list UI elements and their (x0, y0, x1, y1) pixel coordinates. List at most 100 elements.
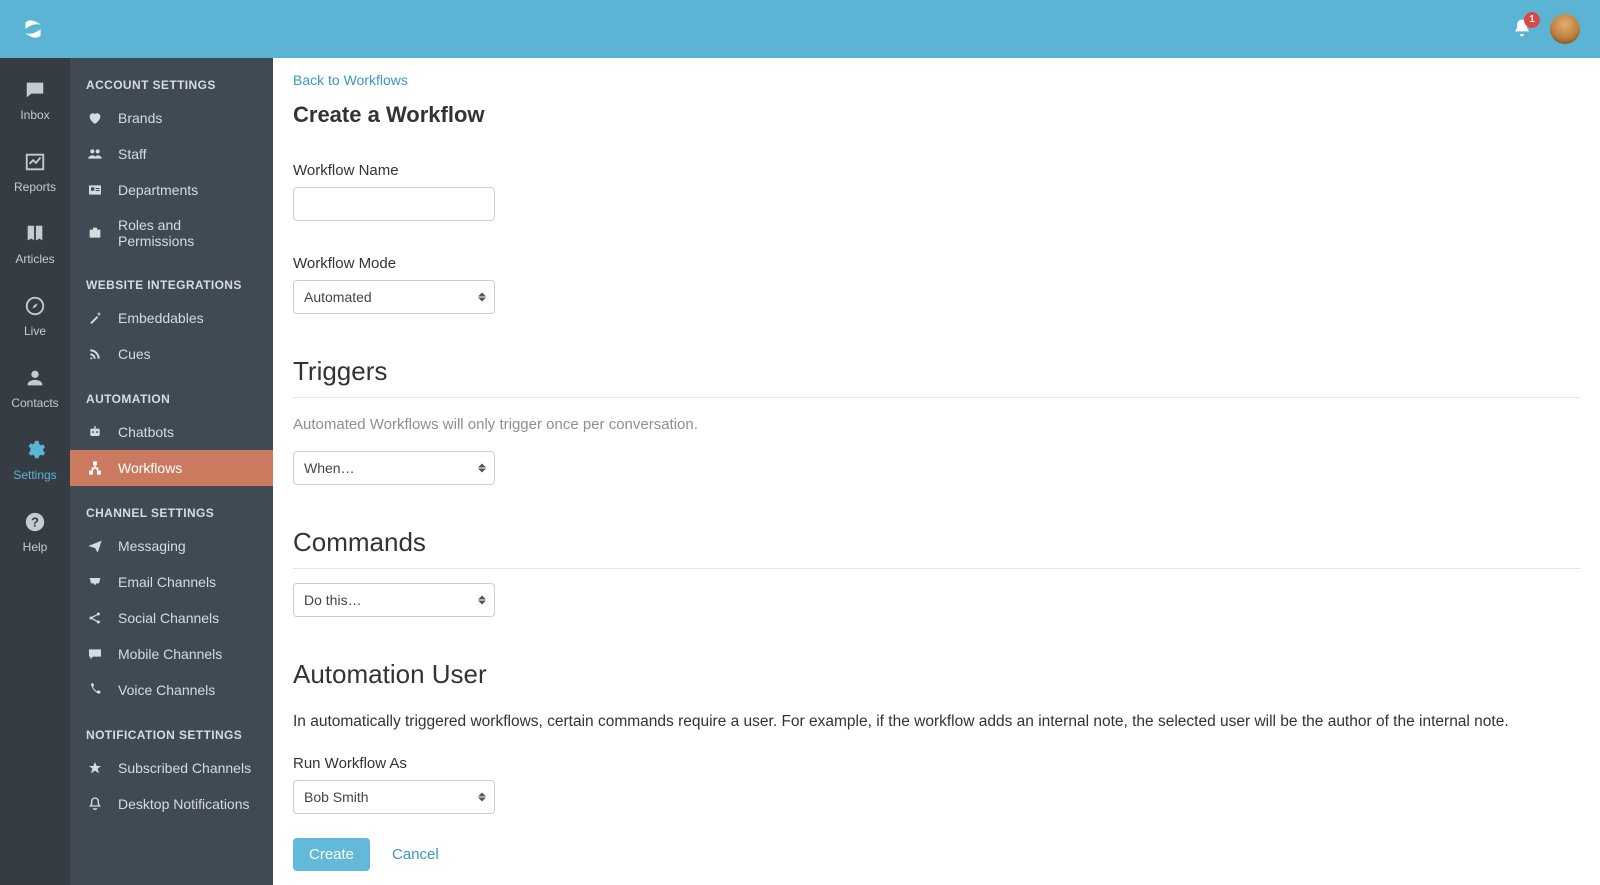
chevron-updown-icon (478, 293, 486, 302)
sidebar-item-label: Roles and Permissions (118, 217, 257, 249)
cancel-button[interactable]: Cancel (392, 846, 439, 863)
workflow-mode-select[interactable]: Automated (293, 280, 495, 314)
topbar: 1 (0, 0, 1600, 58)
triggers-helper-text: Automated Workflows will only trigger on… (293, 416, 1580, 433)
nav-articles[interactable]: Articles (0, 222, 70, 266)
robot-icon (86, 423, 104, 441)
rss-icon (86, 345, 104, 363)
sidebar-item-label: Cues (118, 346, 151, 362)
sidebar-section-notification: NOTIFICATION SETTINGS (70, 708, 273, 750)
automation-user-text: In automatically triggered workflows, ce… (293, 710, 1580, 733)
share-icon (86, 609, 104, 627)
chart-icon (23, 150, 47, 174)
nav-help[interactable]: ? Help (0, 510, 70, 554)
automation-user-heading: Automation User (293, 659, 1580, 690)
sidebar-item-chatbots[interactable]: Chatbots (70, 414, 273, 450)
sidebar-item-label: Subscribed Channels (118, 760, 251, 776)
nav-help-label: Help (23, 540, 48, 554)
command-select[interactable]: Do this… (293, 583, 495, 617)
sidebar-item-brands[interactable]: Brands (70, 100, 273, 136)
sidebar-item-embeddables[interactable]: Embeddables (70, 300, 273, 336)
gear-icon (23, 438, 47, 462)
page-title: Create a Workflow (293, 102, 1580, 128)
wand-icon (86, 309, 104, 327)
people-icon (86, 145, 104, 163)
notification-badge: 1 (1524, 12, 1540, 28)
sidebar-section-channel: CHANNEL SETTINGS (70, 486, 273, 528)
run-as-value: Bob Smith (304, 789, 484, 805)
run-as-select[interactable]: Bob Smith (293, 780, 495, 814)
chat-icon (23, 78, 47, 102)
sidebar-item-departments[interactable]: Departments (70, 172, 273, 208)
sidebar-item-staff[interactable]: Staff (70, 136, 273, 172)
sidebar-item-messaging[interactable]: Messaging (70, 528, 273, 564)
nav-inbox[interactable]: Inbox (0, 78, 70, 122)
nav-settings-label: Settings (13, 468, 56, 482)
heart-icon (86, 109, 104, 127)
id-card-icon (86, 181, 104, 199)
sidebar-item-label: Embeddables (118, 310, 204, 326)
avatar[interactable] (1550, 14, 1580, 44)
create-button[interactable]: Create (293, 838, 370, 871)
workflow-name-label: Workflow Name (293, 162, 1580, 179)
sidebar-item-label: Workflows (118, 460, 182, 476)
nav-contacts-label: Contacts (11, 396, 58, 410)
svg-text:?: ? (31, 515, 39, 530)
sidebar-item-label: Messaging (118, 538, 186, 554)
compass-icon (23, 294, 47, 318)
nav-settings[interactable]: Settings (0, 438, 70, 482)
chevron-updown-icon (478, 464, 486, 473)
sidebar-item-label: Staff (118, 146, 147, 162)
sidebar-item-label: Chatbots (118, 424, 174, 440)
sidebar-item-subscribed[interactable]: Subscribed Channels (70, 750, 273, 786)
sidebar-section-website: WEBSITE INTEGRATIONS (70, 258, 273, 300)
run-as-label: Run Workflow As (293, 755, 1580, 772)
sidebar-item-roles[interactable]: Roles and Permissions (70, 208, 273, 258)
sidebar-item-voice[interactable]: Voice Channels (70, 672, 273, 708)
nav-inbox-label: Inbox (20, 108, 49, 122)
sidebar-item-desktop-notifications[interactable]: Desktop Notifications (70, 786, 273, 822)
star-icon (86, 759, 104, 777)
help-icon: ? (23, 510, 47, 534)
nav-live[interactable]: Live (0, 294, 70, 338)
workflow-mode-value: Automated (304, 289, 484, 305)
bell-outline-icon (86, 795, 104, 813)
paper-plane-icon (86, 537, 104, 555)
nav-reports[interactable]: Reports (0, 150, 70, 194)
phone-icon (86, 681, 104, 699)
nav-rail: Inbox Reports Articles Live Contacts Set… (0, 58, 70, 885)
sidebar-item-label: Departments (118, 182, 198, 198)
sidebar-item-mobile[interactable]: Mobile Channels (70, 636, 273, 672)
nav-contacts[interactable]: Contacts (0, 366, 70, 410)
commands-heading: Commands (293, 527, 1580, 569)
sidebar-item-email[interactable]: Email Channels (70, 564, 273, 600)
sidebar-item-label: Brands (118, 110, 162, 126)
topbar-right: 1 (1512, 14, 1580, 44)
chevron-updown-icon (478, 596, 486, 605)
nav-live-label: Live (24, 324, 46, 338)
trigger-value: When… (304, 460, 484, 476)
sidebar-item-workflows[interactable]: Workflows (70, 450, 273, 486)
notifications-button[interactable]: 1 (1512, 18, 1532, 41)
command-value: Do this… (304, 592, 484, 608)
settings-sidebar: ACCOUNT SETTINGS Brands Staff Department… (70, 58, 273, 885)
person-icon (23, 366, 47, 390)
sitemap-icon (86, 459, 104, 477)
workflow-mode-label: Workflow Mode (293, 255, 1580, 272)
triggers-heading: Triggers (293, 356, 1580, 398)
back-link[interactable]: Back to Workflows (293, 72, 408, 88)
sidebar-item-label: Email Channels (118, 574, 216, 590)
workflow-name-input[interactable] (293, 187, 495, 221)
comment-icon (86, 645, 104, 663)
trigger-select[interactable]: When… (293, 451, 495, 485)
inbox-icon (86, 573, 104, 591)
nav-articles-label: Articles (15, 252, 54, 266)
sidebar-item-social[interactable]: Social Channels (70, 600, 273, 636)
briefcase-icon (86, 224, 104, 242)
sidebar-item-label: Desktop Notifications (118, 796, 250, 812)
sidebar-item-cues[interactable]: Cues (70, 336, 273, 372)
book-icon (23, 222, 47, 246)
sidebar-item-label: Mobile Channels (118, 646, 222, 662)
chevron-updown-icon (478, 793, 486, 802)
sidebar-item-label: Voice Channels (118, 682, 215, 698)
